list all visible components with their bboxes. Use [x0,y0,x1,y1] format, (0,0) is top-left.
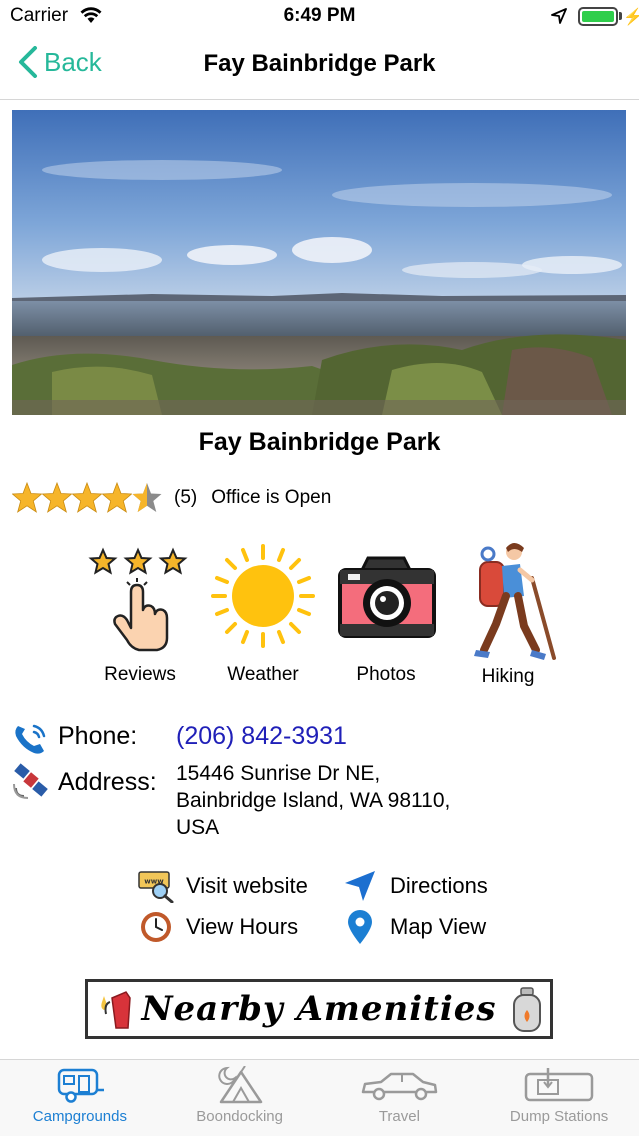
status-bar: Carrier 6:49 PM ⚡ [0,0,639,34]
weather-button[interactable]: Weather [203,540,323,686]
car-icon [362,1072,438,1101]
directions-label: Directions [390,873,488,898]
directions-link[interactable]: Directions [342,868,488,904]
camper-trailer-icon [57,1068,104,1103]
website-icon: www [138,868,174,904]
tab-dump-stations-label: Dump Stations [509,1108,609,1125]
nearby-amenities-label: Nearby Amenities [141,989,497,1029]
tab-boondocking-label: Boondocking [196,1108,283,1125]
star-icon [102,482,132,513]
tab-campgrounds-label: Campgrounds [32,1108,127,1125]
photos-button[interactable]: Photos [326,540,446,686]
map-pin-icon [342,909,378,945]
address-value[interactable]: 15446 Sunrise Dr NE, Bainbridge Island, … [176,760,450,841]
gas-pump-icon [101,991,131,1029]
hiking-button[interactable]: Hiking [448,540,568,688]
star-icon [72,482,102,513]
feature-buttons: Reviews Weather Photos Hiking [80,540,580,700]
park-photo[interactable] [12,110,626,415]
phone-row: Phone: (206) 842-3931 [12,722,347,756]
weather-label: Weather [227,664,299,685]
view-hours-link[interactable]: View Hours [138,909,298,945]
battery-icon [578,7,618,26]
tab-bar: Campgrounds Boondocking Travel Dump Stat… [0,1059,639,1136]
navigation-arrow-icon [342,868,378,904]
phone-number-link[interactable]: (206) 842-3931 [176,722,347,751]
star-icon [12,482,42,513]
address-line: USA [176,816,220,839]
clock-icon [138,909,174,945]
address-label: Address: [58,768,157,796]
hiker-icon [474,543,556,660]
star-rating [12,482,162,514]
nav-title: Fay Bainbridge Park [203,50,436,77]
map-view-link[interactable]: Map View [342,909,486,945]
tent-moon-icon [217,1066,262,1104]
reviews-button[interactable]: Reviews [80,540,200,686]
phone-label: Phone: [58,722,138,750]
office-status: Office is Open [211,487,332,508]
navigation-bar: Back Fay Bainbridge Park [0,34,639,100]
propane-tank-icon [513,987,541,1032]
reviews-label: Reviews [104,664,176,685]
charging-bolt-icon: ⚡ [623,9,639,26]
address-line: 15446 Sunrise Dr NE, [176,762,381,785]
visit-website-label: Visit website [186,873,308,898]
reviews-icon [88,547,188,652]
address-row: Address: 15446 Sunrise Dr NE, Bainbridge… [12,760,450,841]
phone-icon [15,724,46,754]
tab-travel-label: Travel [378,1108,420,1125]
sun-icon [211,544,315,648]
visit-website-link[interactable]: www Visit website [138,868,308,904]
battery-tip [619,12,622,20]
hiking-label: Hiking [481,666,535,687]
view-hours-label: View Hours [186,914,299,939]
location-arrow-icon [551,8,567,24]
tab-travel[interactable]: Travel [320,1060,480,1136]
nearby-amenities-button[interactable]: Nearby Amenities [85,979,553,1039]
review-count: (5) [174,487,198,508]
rating-row[interactable]: (5) Office is Open [12,482,331,514]
satellite-icon [13,763,48,799]
tab-campgrounds[interactable]: Campgrounds [0,1060,160,1136]
star-icon [42,482,72,513]
tab-dump-stations[interactable]: Dump Stations [479,1060,639,1136]
dump-station-icon [524,1068,594,1102]
tab-boondocking[interactable]: Boondocking [160,1060,320,1136]
clock: 6:49 PM [283,5,356,26]
half-star-icon [132,483,162,512]
camera-icon [338,556,436,638]
address-line: Bainbridge Island, WA 98110, [176,789,451,812]
map-view-label: Map View [390,914,487,939]
photos-label: Photos [356,664,416,685]
park-name: Fay Bainbridge Park [198,428,441,456]
